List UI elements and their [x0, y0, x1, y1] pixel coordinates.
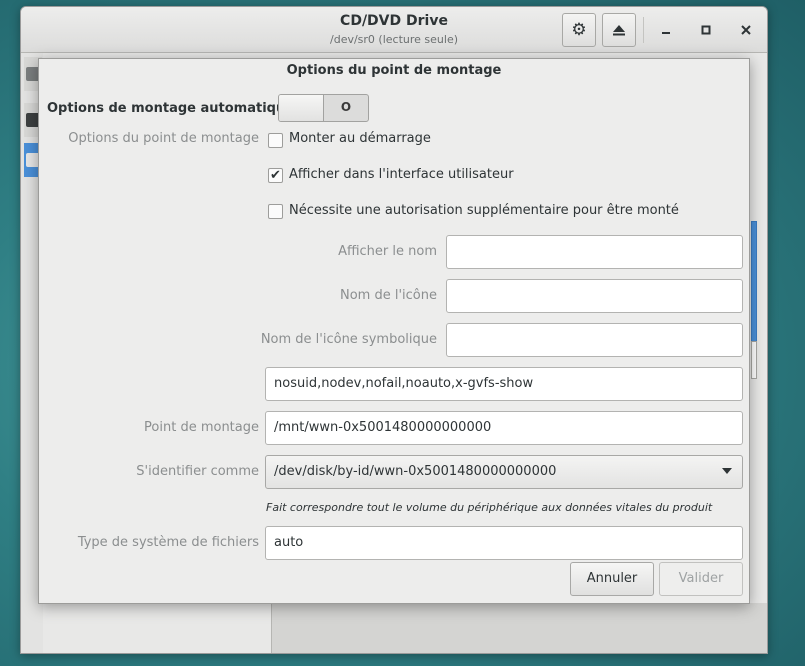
close-icon: [741, 25, 751, 35]
auto-mount-label: Options de montage automatique: [47, 101, 295, 116]
toggle-knob: [279, 95, 324, 121]
toggle-state-text: O: [340, 100, 352, 114]
mount-options-label: Options du point de montage: [68, 131, 259, 146]
icon-name-field[interactable]: [446, 279, 743, 313]
volume-map-edge-lower: [751, 341, 757, 379]
show-in-ui-label: Afficher dans l'interface utilisateur: [289, 167, 514, 182]
auto-mount-toggle[interactable]: O: [278, 94, 369, 122]
gear-icon: ⚙: [571, 20, 587, 40]
maximize-button[interactable]: [693, 17, 719, 43]
details-pane: [272, 603, 767, 653]
show-in-ui-checkbox[interactable]: ✔: [268, 168, 283, 183]
cancel-button[interactable]: Annuler: [570, 562, 654, 596]
identify-as-hint: Fait correspondre tout le volume du péri…: [266, 501, 713, 514]
minimize-icon: [662, 32, 670, 34]
require-auth-checkbox[interactable]: [268, 204, 283, 219]
minimize-button[interactable]: [653, 17, 679, 43]
identify-as-value: /dev/disk/by-id/wwn-0x5001480000000000: [274, 464, 557, 479]
mount-options-field[interactable]: nosuid,nodev,nofail,noauto,x-gvfs-show: [265, 367, 743, 401]
mount-point-label: Point de montage: [144, 420, 259, 435]
header-separator: [643, 17, 644, 43]
mount-at-startup-checkbox[interactable]: [268, 133, 283, 148]
ok-button[interactable]: Valider: [659, 562, 743, 596]
eject-button[interactable]: [602, 13, 636, 47]
eject-icon: [613, 25, 625, 36]
display-name-label: Afficher le nom: [338, 244, 437, 259]
dropdown-arrow-icon: [722, 468, 732, 474]
dialog-title: Options du point de montage: [286, 63, 502, 78]
display-name-field[interactable]: [446, 235, 743, 269]
close-button[interactable]: [733, 17, 759, 43]
fs-type-field[interactable]: auto: [265, 526, 743, 560]
settings-button[interactable]: ⚙: [562, 13, 596, 47]
symbolic-icon-name-label: Nom de l'icône symbolique: [260, 332, 437, 347]
mount-at-startup-label: Monter au démarrage: [289, 131, 431, 146]
identify-as-label: S'identifier comme: [136, 464, 259, 479]
icon-name-label: Nom de l'icône: [340, 288, 437, 303]
mount-point-field[interactable]: /mnt/wwn-0x5001480000000000: [265, 411, 743, 445]
maximize-icon: [701, 25, 711, 35]
symbolic-icon-name-field[interactable]: [446, 323, 743, 357]
mount-options-dialog: Options du point de montage Options de m…: [38, 58, 750, 604]
checkmark-icon: ✔: [270, 168, 281, 183]
require-auth-label: Nécessite une autorisation supplémentair…: [289, 203, 679, 218]
header-bar: CD/DVD Drive /dev/sr0 (lecture seule) ⚙: [21, 7, 767, 53]
fs-type-label: Type de système de fichiers: [77, 535, 259, 550]
identify-as-dropdown[interactable]: /dev/disk/by-id/wwn-0x5001480000000000: [265, 455, 743, 489]
